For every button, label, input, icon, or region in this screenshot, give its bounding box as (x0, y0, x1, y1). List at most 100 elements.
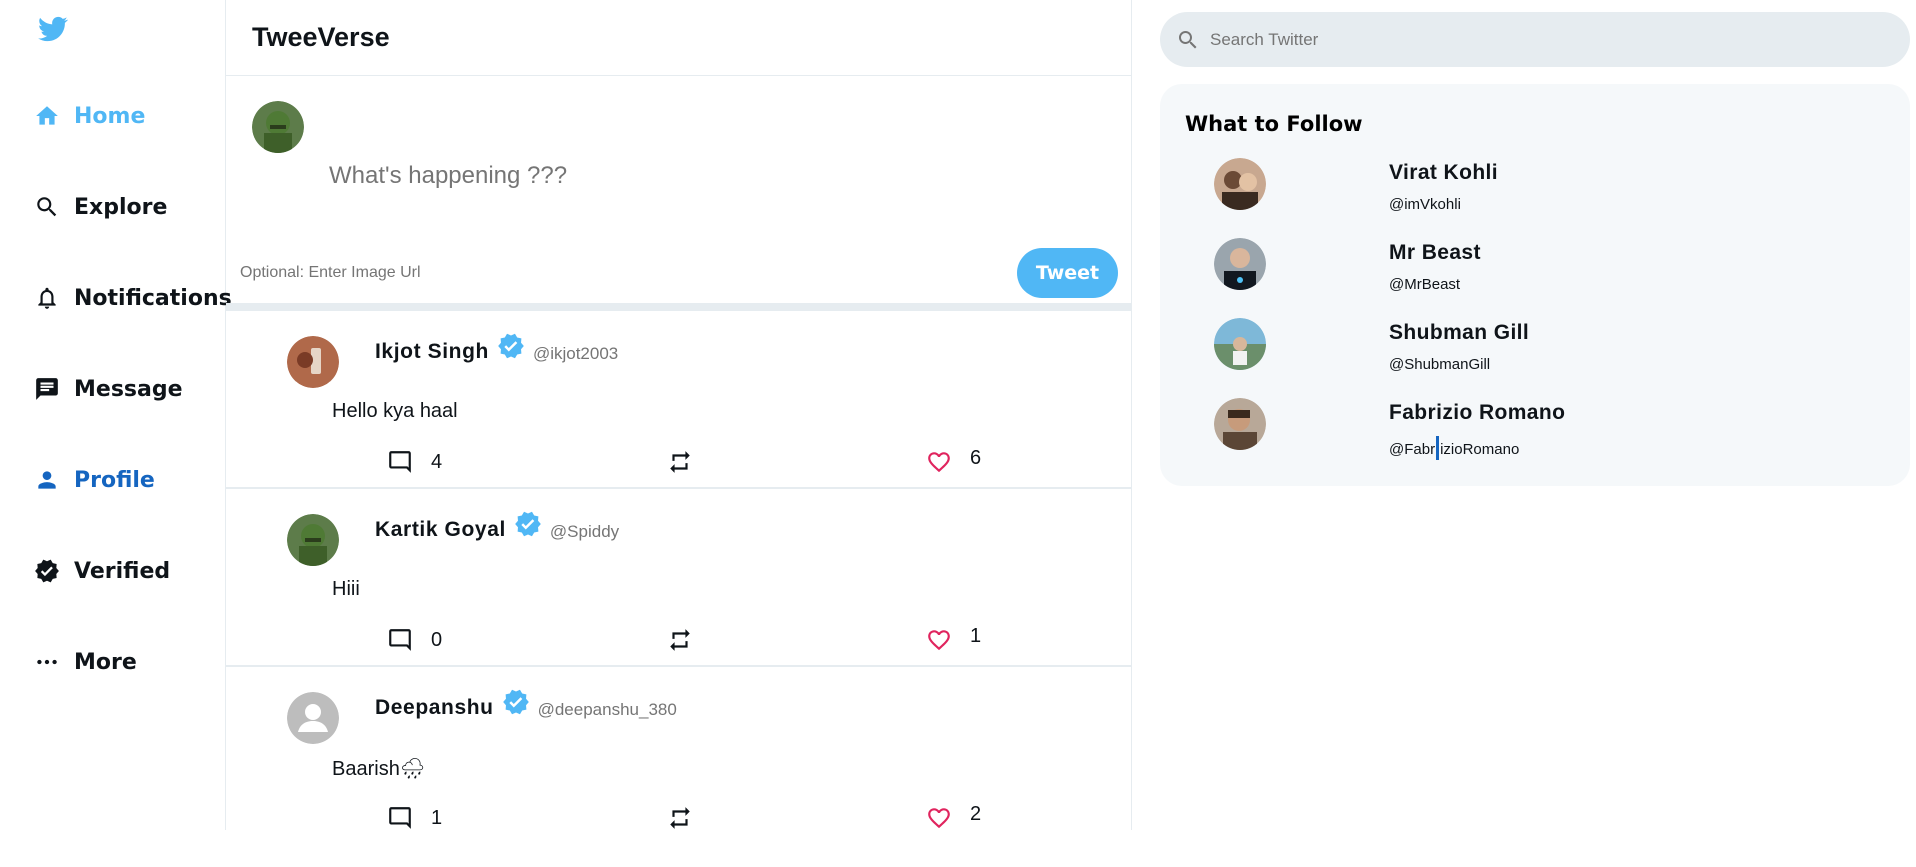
follow-handle: @ShubmanGill (1389, 356, 1491, 373)
person-icon (34, 467, 60, 493)
comment-button[interactable]: 4 (387, 449, 442, 475)
comment-count: 0 (431, 628, 443, 651)
author-name[interactable]: Deepanshu (375, 696, 494, 720)
sidebar-item-profile[interactable]: Profile (34, 460, 155, 500)
post-header: Ikjot Singh @ikjot2003 (375, 333, 619, 367)
tweet-post: Ikjot Singh @ikjot2003 Hello kya haal 4 … (226, 311, 1131, 489)
follow-suggestion[interactable]: Mr Beast @MrBeast (1214, 238, 1814, 298)
follow-title: What to Follow (1185, 112, 1363, 136)
post-header: Kartik Goyal @Spiddy (375, 511, 620, 545)
avatar (287, 514, 339, 566)
comment-count: 1 (431, 806, 443, 829)
like-button[interactable]: 6 (926, 446, 982, 475)
sidebar-item-label: Explore (74, 194, 168, 220)
avatar (1214, 238, 1266, 290)
who-to-follow-card: What to Follow Virat Kohli @imVkohli Mr … (1160, 84, 1910, 486)
follow-suggestion[interactable]: Virat Kohli @imVkohli (1214, 158, 1814, 218)
tweet-post: Deepanshu @deepanshu_380 Baarish🌧 1 2 (226, 667, 1131, 830)
comment-button[interactable]: 1 (387, 805, 442, 830)
post-actions: 1 2 (226, 802, 1131, 830)
tweet-button[interactable]: Tweet (1017, 248, 1118, 298)
retweet-button[interactable] (667, 449, 693, 475)
tweet-input[interactable] (329, 162, 929, 190)
sidebar-item-label: Home (74, 103, 146, 129)
comment-icon (389, 629, 411, 651)
author-handle: @ikjot2003 (532, 344, 619, 363)
feed: TweeVerse Tweet Ikjot Singh @ikjot2003 H… (226, 0, 1132, 830)
tweet-composer (226, 76, 1131, 311)
avatar (1214, 158, 1266, 210)
follow-handle-end: izioRomano (1440, 441, 1520, 458)
search-icon (34, 194, 60, 220)
post-header: Deepanshu @deepanshu_380 (375, 689, 677, 723)
sidebar-item-label: Notifications (74, 285, 232, 311)
sidebar-item-message[interactable]: Message (34, 369, 183, 409)
sidebar: Home Explore Notifications Message Profi (0, 0, 232, 830)
follow-handle: @imVkohli (1389, 196, 1461, 213)
app-root: Home Explore Notifications Message Profi (0, 0, 1916, 867)
twitter-bird-icon[interactable] (36, 14, 70, 44)
verified-badge-icon (502, 689, 529, 715)
follow-suggestion[interactable]: Shubman Gill @ShubmanGill (1214, 318, 1814, 378)
sidebar-item-label: Message (74, 376, 183, 402)
comment-button[interactable]: 0 (387, 627, 442, 653)
comment-icon (389, 807, 411, 829)
search-bar[interactable] (1160, 12, 1910, 67)
retweet-icon (670, 807, 690, 829)
avatar (1214, 318, 1266, 370)
author-name[interactable]: Kartik Goyal (375, 518, 506, 542)
retweet-icon (670, 451, 690, 473)
retweet-button[interactable] (667, 805, 693, 830)
message-icon (34, 376, 60, 402)
feed-header: TweeVerse (226, 0, 1131, 76)
sidebar-item-more[interactable]: More (34, 642, 137, 682)
post-text: Hiii (332, 578, 360, 600)
comment-count: 4 (431, 450, 443, 473)
heart-icon (928, 630, 950, 651)
home-icon (34, 103, 60, 129)
like-count: 1 (970, 624, 982, 647)
follow-name: Fabrizio Romano (1389, 401, 1566, 424)
author-name[interactable]: Ikjot Singh (375, 340, 489, 364)
like-count: 2 (970, 802, 982, 825)
avatar (287, 336, 339, 388)
follow-name: Shubman Gill (1389, 321, 1530, 344)
sidebar-item-explore[interactable]: Explore (34, 187, 167, 227)
tweet-post: Kartik Goyal @Spiddy Hiii 0 1 (226, 489, 1131, 667)
post-text: Baarish🌧 (332, 758, 426, 780)
avatar (287, 692, 339, 744)
sidebar-item-label: Profile (74, 467, 155, 493)
sidebar-item-home[interactable]: Home (34, 96, 145, 136)
author-handle: @deepanshu_380 (537, 700, 677, 719)
retweet-button[interactable] (667, 627, 693, 653)
page-title: TweeVerse (252, 22, 390, 52)
post-actions: 0 1 (226, 624, 1131, 657)
search-input[interactable] (1210, 29, 1810, 50)
retweet-icon (670, 629, 690, 651)
more-dots-icon (34, 649, 60, 675)
search-icon (1179, 30, 1197, 48)
follow-suggestion[interactable]: Fabrizio Romano @Fabr izioRomano (1214, 398, 1814, 460)
verified-badge-icon (515, 511, 541, 537)
author-handle: @Spiddy (549, 522, 620, 541)
follow-handle: @Fabr izioRomano (1389, 436, 1519, 460)
avatar (252, 101, 304, 153)
sidebar-item-verified[interactable]: Verified (34, 551, 170, 591)
verified-badge-icon (34, 558, 60, 584)
follow-name: Virat Kohli (1389, 161, 1499, 184)
text-caret (1436, 436, 1440, 460)
comment-icon (389, 451, 411, 473)
like-count: 6 (970, 446, 982, 469)
sidebar-item-notifications[interactable]: Notifications (34, 278, 232, 318)
heart-icon (928, 808, 950, 829)
like-button[interactable]: 1 (926, 624, 982, 653)
follow-handle-start: @Fabr (1389, 441, 1436, 458)
follow-handle: @MrBeast (1389, 276, 1461, 293)
image-url-input[interactable] (240, 264, 740, 282)
like-button[interactable]: 2 (926, 802, 982, 830)
follow-name: Mr Beast (1389, 241, 1481, 264)
sidebar-item-label: Verified (74, 558, 171, 584)
verified-badge-icon (498, 333, 524, 359)
widgets-panel: What to Follow Virat Kohli @imVkohli Mr … (1160, 12, 1910, 486)
post-actions: 4 6 (226, 446, 1131, 479)
